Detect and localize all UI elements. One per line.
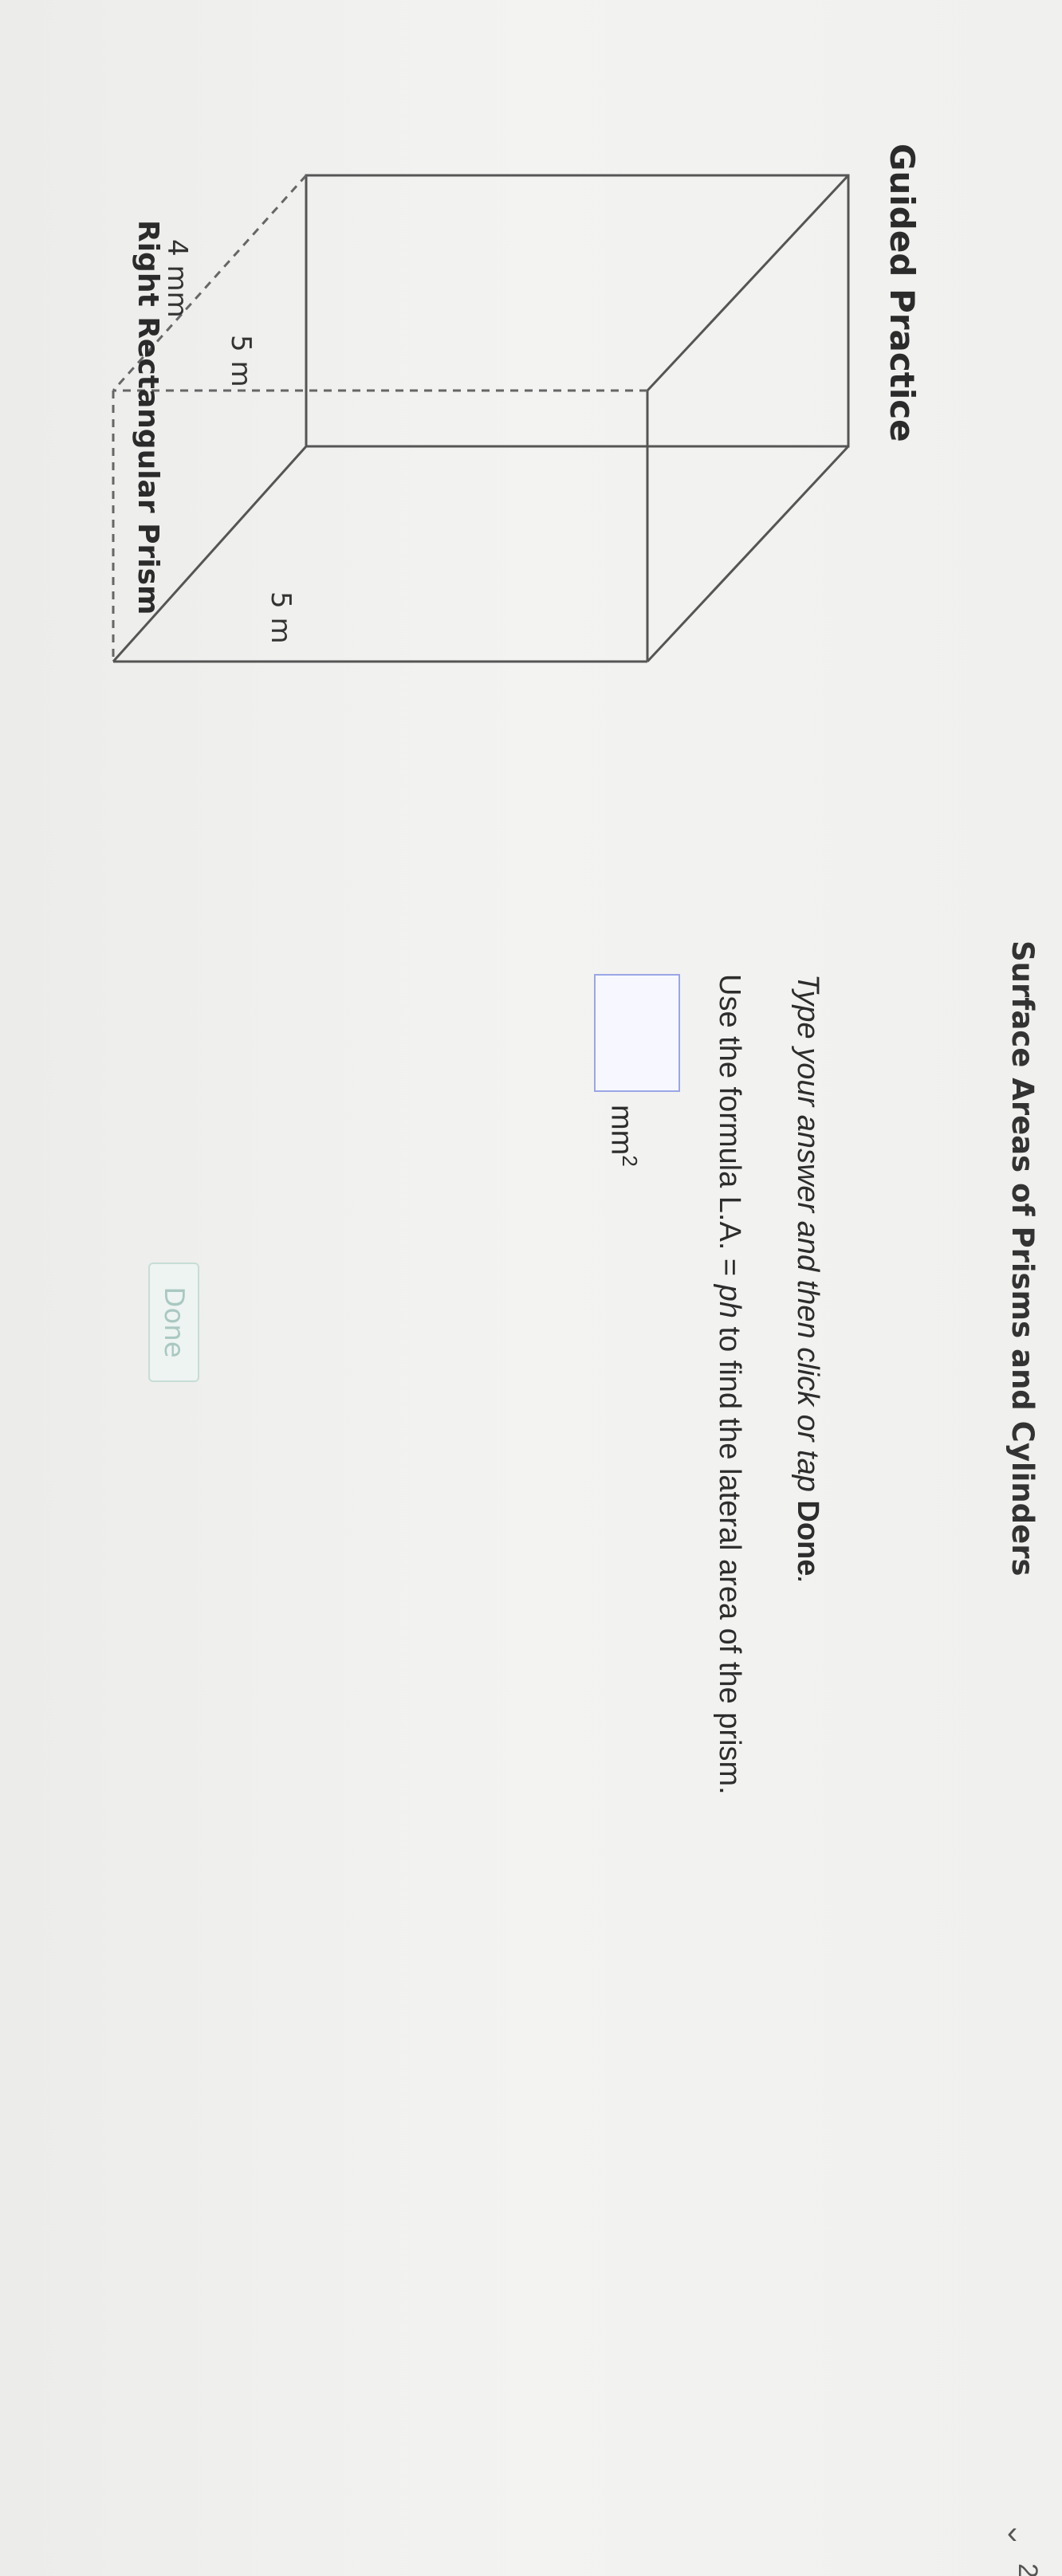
chevron-left-icon[interactable]: ‹ (1007, 2515, 1017, 2551)
answer-unit: mm2 (604, 1105, 642, 1167)
answer-row: mm2 (593, 974, 681, 1167)
instruction-text: Type your answer and then click or tap D… (790, 974, 824, 1584)
question-prefix: Use the formula L.A. = (713, 974, 746, 1285)
instruction-prefix: Type your answer and then click or tap (791, 974, 824, 1501)
instruction-suffix: . (791, 1576, 824, 1584)
question-suffix: to find the lateral area of the prism. (713, 1317, 746, 1795)
prism-edge (646, 174, 850, 392)
question-variable: ph (713, 1284, 746, 1318)
depth-label: 5 m (265, 591, 297, 644)
unit-base: mm (604, 1105, 639, 1156)
instruction-done: Done (791, 1500, 824, 1577)
width-label: 5 m (225, 335, 257, 387)
question-text: Use the formula L.A. = ph to find the la… (712, 974, 746, 1795)
screen-stage: Surface Areas of Prisms and Cylinders Gu… (0, 0, 1062, 2576)
figure-caption: Right Rectangular Prism (132, 220, 164, 615)
page-title: Surface Areas of Prisms and Cylinders (1005, 940, 1040, 1577)
page-number: 2 (1013, 2563, 1043, 2576)
answer-input[interactable] (594, 974, 680, 1092)
height-label: 4 mm (161, 239, 193, 318)
prism-front-face (305, 174, 850, 448)
prism-edge (646, 445, 850, 663)
unit-exponent: 2 (617, 1155, 642, 1167)
done-button[interactable]: Done (148, 1262, 199, 1382)
